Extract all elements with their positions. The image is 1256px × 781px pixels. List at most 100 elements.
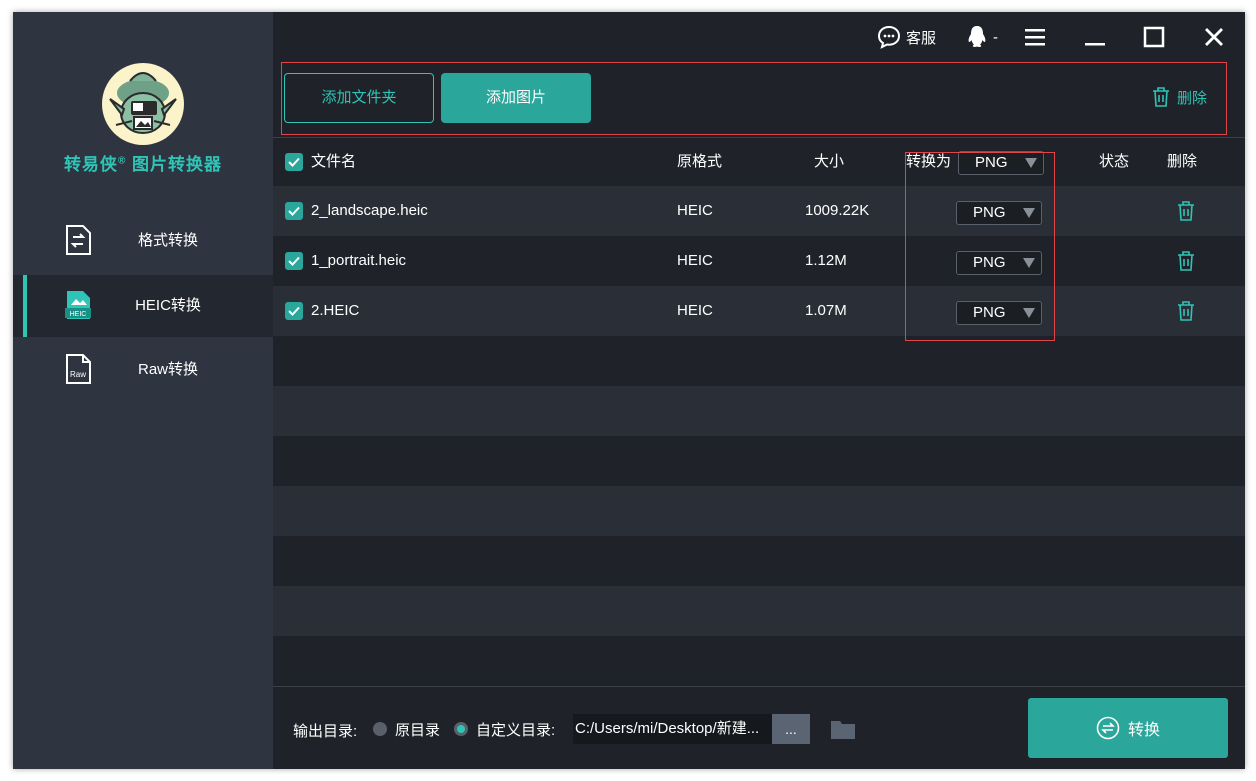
- menu-button[interactable]: [1024, 23, 1046, 51]
- header-delete: 删除: [1167, 153, 1198, 170]
- delete-all-label: 删除: [1176, 89, 1207, 107]
- empty-row: [273, 586, 1245, 636]
- sidebar: 转易侠® 图片转换器 格式转换 HEIC HEIC转换 Raw Raw转换: [13, 12, 273, 769]
- radio-unselected-icon: [373, 722, 387, 736]
- qq-status-label: -: [993, 28, 998, 46]
- add-image-button[interactable]: 添加图片: [441, 73, 591, 123]
- minimize-button[interactable]: [1084, 23, 1106, 51]
- header-convert-to: 转换为: [906, 153, 952, 170]
- minimize-icon: [1085, 43, 1105, 46]
- dropdown-arrow-icon: [1023, 308, 1035, 318]
- delete-all-button[interactable]: 删除: [1151, 86, 1207, 108]
- radio-selected-icon: [454, 722, 468, 736]
- sidebar-item-label: Raw转换: [137, 361, 198, 378]
- sidebar-item-raw-convert[interactable]: Raw Raw转换: [13, 339, 273, 401]
- table-row[interactable]: 2.HEIC HEIC 1.07M PNG: [273, 286, 1245, 336]
- global-format-select[interactable]: PNG: [958, 151, 1044, 175]
- app-subtitle: 图片转换器: [132, 155, 223, 174]
- table-row[interactable]: 1_portrait.heic HEIC 1.12M PNG: [273, 236, 1245, 286]
- row-format-select[interactable]: PNG: [956, 201, 1042, 225]
- row-checkbox[interactable]: [285, 252, 303, 270]
- checkmark-icon: [288, 256, 300, 266]
- custom-dir-radio[interactable]: 自定义目录:: [454, 715, 555, 743]
- sidebar-item-format-convert[interactable]: 格式转换: [13, 210, 273, 272]
- close-icon: [1205, 28, 1223, 46]
- support-label: 客服: [906, 29, 937, 47]
- empty-row: [273, 336, 1245, 386]
- header-size: 大小: [814, 153, 845, 170]
- empty-row: [273, 636, 1245, 686]
- row-target-value: PNG: [973, 254, 1006, 271]
- row-target-value: PNG: [973, 204, 1006, 221]
- customer-service-button[interactable]: 客服: [877, 23, 936, 51]
- row-format: HEIC: [677, 302, 713, 319]
- header-format: 原格式: [677, 153, 723, 170]
- empty-row: [273, 436, 1245, 486]
- chat-bubble-icon: [877, 25, 901, 49]
- dropdown-arrow-icon: [1023, 258, 1035, 268]
- row-checkbox[interactable]: [285, 302, 303, 320]
- custom-dir-label: 自定义目录:: [476, 721, 556, 739]
- table-header: 文件名 原格式 大小 转换为 PNG 状态 删除: [273, 138, 1245, 186]
- output-dir-label: 输出目录:: [293, 723, 358, 740]
- row-delete-icon[interactable]: [1176, 300, 1196, 322]
- close-button[interactable]: [1204, 23, 1224, 51]
- file-list: 2_landscape.heic HEIC 1009.22K PNG 1_por…: [273, 186, 1245, 686]
- original-dir-label: 原目录: [395, 721, 441, 739]
- trash-icon: [1152, 87, 1169, 107]
- heic-badge-text: HEIC: [70, 311, 87, 318]
- select-all-checkbox[interactable]: [285, 153, 303, 171]
- row-delete-icon[interactable]: [1176, 250, 1196, 272]
- app-name: 转易侠® 图片转换器: [13, 150, 273, 175]
- qq-penguin-icon: [968, 26, 986, 47]
- empty-row: [273, 536, 1245, 586]
- open-folder-icon[interactable]: [830, 718, 856, 740]
- raw-file-icon: Raw: [63, 353, 93, 385]
- maximize-button[interactable]: [1143, 23, 1165, 51]
- empty-row: [273, 386, 1245, 436]
- row-filename: 2_landscape.heic: [311, 202, 428, 219]
- empty-row: [273, 486, 1245, 536]
- footer: 输出目录: 原目录 自定义目录: C:/Users/mi/Desktop/新建.…: [273, 686, 1245, 769]
- output-path-field[interactable]: C:/Users/mi/Desktop/新建...: [573, 714, 773, 744]
- qq-login-button[interactable]: -: [967, 23, 998, 51]
- sidebar-item-label: 格式转换: [137, 232, 198, 249]
- add-folder-button[interactable]: 添加文件夹: [284, 73, 434, 123]
- dropdown-arrow-icon: [1025, 158, 1037, 168]
- header-filename: 文件名: [311, 153, 357, 170]
- row-size: 1.07M: [805, 302, 847, 319]
- checkmark-icon: [288, 157, 300, 167]
- original-dir-radio[interactable]: 原目录: [373, 715, 440, 743]
- header-status: 状态: [1099, 153, 1130, 170]
- checkmark-icon: [288, 206, 300, 216]
- hamburger-menu-icon: [1025, 29, 1045, 46]
- dropdown-arrow-icon: [1023, 208, 1035, 218]
- heic-file-icon: HEIC: [63, 289, 93, 321]
- sidebar-item-label: HEIC转换: [135, 297, 201, 314]
- row-size: 1009.22K: [805, 202, 870, 219]
- sidebar-item-heic-convert[interactable]: HEIC HEIC转换: [13, 275, 273, 337]
- format-convert-icon: [63, 224, 93, 256]
- row-size: 1.12M: [805, 252, 847, 269]
- row-target-value: PNG: [973, 304, 1006, 321]
- row-format-select[interactable]: PNG: [956, 301, 1042, 325]
- row-checkbox[interactable]: [285, 202, 303, 220]
- convert-label: 转换: [1127, 722, 1160, 739]
- convert-button[interactable]: 转换: [1028, 698, 1228, 758]
- raw-badge-text: Raw: [70, 370, 86, 379]
- browse-path-button[interactable]: ...: [772, 714, 810, 744]
- title-bar: 客服 -: [273, 12, 1245, 62]
- row-delete-icon[interactable]: [1176, 200, 1196, 222]
- row-filename: 2.HEIC: [311, 302, 360, 319]
- row-format: HEIC: [677, 202, 713, 219]
- row-filename: 1_portrait.heic: [311, 252, 407, 269]
- toolbar: 添加文件夹 添加图片 删除: [273, 62, 1245, 138]
- app-window: 转易侠® 图片转换器 格式转换 HEIC HEIC转换 Raw Raw转换 客服…: [13, 12, 1245, 769]
- checkmark-icon: [288, 306, 300, 316]
- maximize-icon: [1143, 26, 1165, 48]
- app-logo: [102, 63, 184, 145]
- row-format-select[interactable]: PNG: [956, 251, 1042, 275]
- row-format: HEIC: [677, 252, 713, 269]
- table-row[interactable]: 2_landscape.heic HEIC 1009.22K PNG: [273, 186, 1245, 236]
- convert-arrows-icon: [1096, 716, 1120, 740]
